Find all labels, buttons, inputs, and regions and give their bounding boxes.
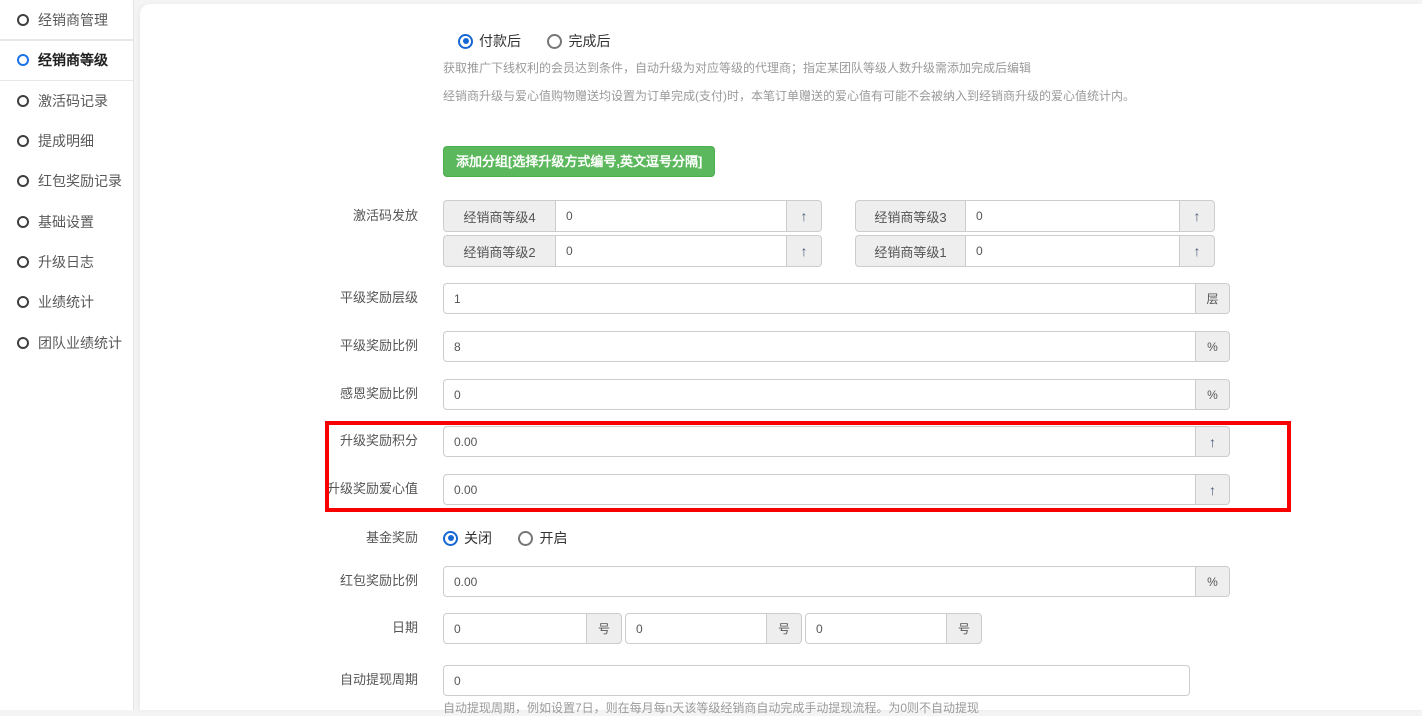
- date-input-1[interactable]: [443, 613, 587, 644]
- circle-icon: [17, 95, 29, 107]
- add-group-button[interactable]: 添加分组[选择升级方式编号,英文逗号分隔]: [443, 146, 715, 177]
- peer-ratio-input[interactable]: [443, 331, 1196, 362]
- radio-icon: [547, 34, 562, 49]
- sidebar-item-dealer-level[interactable]: 经销商等级: [0, 40, 133, 80]
- sidebar: 经销商管理 经销商等级 激活码记录 提成明细 红包奖励记录 基础设置 升级日志 …: [0, 0, 134, 710]
- radio-fund-off[interactable]: 关闭: [443, 528, 492, 548]
- arrow-up-icon[interactable]: ↑: [787, 200, 822, 232]
- sidebar-item-label: 业绩统计: [38, 292, 94, 312]
- radio-fund-on[interactable]: 开启: [518, 528, 567, 548]
- radio-label: 开启: [539, 528, 567, 548]
- peer-level-input[interactable]: [443, 283, 1196, 314]
- activation-code-group-3: 经销商等级3 ↑: [855, 200, 1215, 232]
- sidebar-item-label: 激活码记录: [38, 91, 108, 111]
- auto-withdraw-help-text: 自动提现周期，例如设置7日，则在每月每n天该等级经销商自动完成手动提现流程。为0…: [443, 699, 979, 716]
- group-prefix-label: 经销商等级1: [855, 235, 965, 267]
- sidebar-item-activation-code-records[interactable]: 激活码记录: [0, 81, 133, 121]
- radio-label: 付款后: [479, 31, 521, 51]
- circle-icon: [17, 216, 29, 228]
- circle-icon: [17, 14, 29, 26]
- unit-addon-layer: 层: [1196, 283, 1230, 314]
- unit-addon-day: 号: [587, 613, 622, 644]
- gratitude-ratio-input[interactable]: [443, 379, 1196, 410]
- group-prefix-label: 经销商等级4: [443, 200, 555, 232]
- unit-addon-percent: %: [1196, 379, 1230, 410]
- field-label-peer-ratio: 平级奖励比例: [140, 331, 418, 361]
- field-label-upgrade-points: 升级奖励积分: [140, 426, 418, 456]
- activation-code-input-level1[interactable]: [965, 235, 1180, 267]
- group-prefix-label: 经销商等级3: [855, 200, 965, 232]
- sidebar-item-label: 升级日志: [38, 252, 94, 272]
- group-prefix-label: 经销商等级2: [443, 235, 555, 267]
- sidebar-item-upgrade-log[interactable]: 升级日志: [0, 242, 133, 282]
- sidebar-item-team-performance-stats[interactable]: 团队业绩统计: [0, 322, 133, 362]
- circle-icon: [17, 54, 29, 66]
- activation-code-group-2: 经销商等级2 ↑: [443, 235, 822, 267]
- upgrade-love-input[interactable]: [443, 474, 1196, 505]
- radio-icon: [443, 531, 458, 546]
- sidebar-item-label: 基础设置: [38, 212, 94, 232]
- circle-icon: [17, 256, 29, 268]
- redpacket-ratio-input[interactable]: [443, 566, 1196, 597]
- date-group-1: 号: [443, 613, 622, 644]
- activation-code-input-level4[interactable]: [555, 200, 787, 232]
- sidebar-item-label: 经销商等级: [38, 50, 108, 70]
- auto-withdraw-input[interactable]: [443, 665, 1190, 696]
- sidebar-item-commission-detail[interactable]: 提成明细: [0, 121, 133, 161]
- date-input-2[interactable]: [625, 613, 767, 644]
- sidebar-item-performance-stats[interactable]: 业绩统计: [0, 282, 133, 322]
- radio-label: 完成后: [568, 31, 610, 51]
- arrow-up-icon[interactable]: ↑: [787, 235, 822, 267]
- arrow-up-icon[interactable]: ↑: [1180, 200, 1215, 232]
- field-label-gratitude-ratio: 感恩奖励比例: [140, 379, 418, 409]
- field-label-date: 日期: [140, 613, 418, 643]
- field-label-upgrade-love: 升级奖励爱心值: [140, 474, 418, 504]
- activation-code-group-4: 经销商等级4 ↑: [443, 200, 822, 232]
- radio-after-completion[interactable]: 完成后: [547, 31, 610, 51]
- upgrade-help-text-1: 获取推广下线权利的会员达到条件，自动升级为对应等级的代理商；指定某团队等级人数升…: [443, 59, 1031, 76]
- field-label-peer-level: 平级奖励层级: [140, 283, 418, 313]
- sidebar-item-label: 团队业绩统计: [38, 333, 122, 353]
- radio-icon: [458, 34, 473, 49]
- activation-code-input-level2[interactable]: [555, 235, 787, 267]
- circle-icon: [17, 337, 29, 349]
- arrow-up-icon[interactable]: ↑: [1180, 235, 1215, 267]
- activation-code-input-level3[interactable]: [965, 200, 1180, 232]
- arrow-up-icon[interactable]: ↑: [1196, 474, 1230, 505]
- unit-addon-day: 号: [767, 613, 802, 644]
- radio-label: 关闭: [464, 528, 492, 548]
- field-label-fund-reward: 基金奖励: [140, 523, 418, 553]
- field-label-activation-codes: 激活码发放: [140, 200, 418, 232]
- main-content-panel: 付款后 完成后 获取推广下线权利的会员达到条件，自动升级为对应等级的代理商；指定…: [140, 4, 1422, 710]
- unit-addon-percent: %: [1196, 566, 1230, 597]
- sidebar-item-dealer-management[interactable]: 经销商管理: [0, 0, 133, 40]
- sidebar-item-basic-settings[interactable]: 基础设置: [0, 201, 133, 241]
- unit-addon-percent: %: [1196, 331, 1230, 362]
- unit-addon-day: 号: [947, 613, 982, 644]
- arrow-up-icon[interactable]: ↑: [1196, 426, 1230, 457]
- circle-icon: [17, 175, 29, 187]
- activation-code-group-1: 经销商等级1 ↑: [855, 235, 1215, 267]
- upgrade-points-input[interactable]: [443, 426, 1196, 457]
- sidebar-item-label: 提成明细: [38, 131, 94, 151]
- field-label-redpacket-ratio: 红包奖励比例: [140, 566, 418, 596]
- date-input-3[interactable]: [805, 613, 947, 644]
- radio-icon: [518, 531, 533, 546]
- sidebar-item-label: 经销商管理: [38, 10, 108, 30]
- date-group-2: 号: [625, 613, 802, 644]
- sidebar-item-redpacket-records[interactable]: 红包奖励记录: [0, 161, 133, 201]
- sidebar-item-label: 红包奖励记录: [38, 171, 122, 191]
- circle-icon: [17, 135, 29, 147]
- circle-icon: [17, 296, 29, 308]
- field-label-auto-withdraw: 自动提现周期: [140, 665, 418, 695]
- date-group-3: 号: [805, 613, 982, 644]
- radio-after-payment[interactable]: 付款后: [458, 31, 521, 51]
- upgrade-help-text-2: 经销商升级与爱心值购物赠送均设置为订单完成(支付)时，本笔订单赠送的爱心值有可能…: [443, 87, 1135, 104]
